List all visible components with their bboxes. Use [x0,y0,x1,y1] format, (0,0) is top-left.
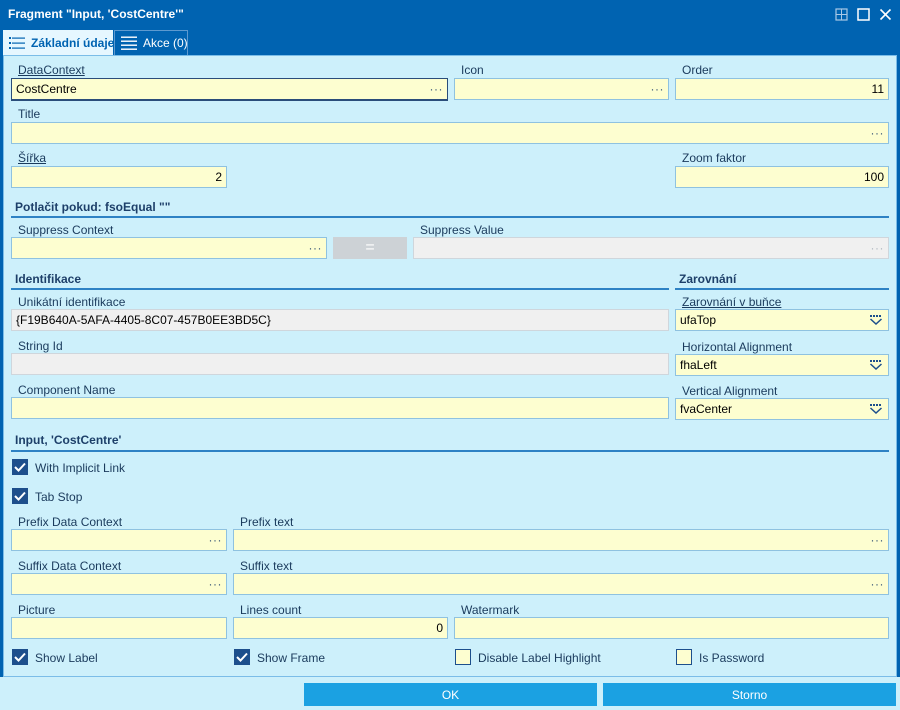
zoom-input[interactable]: 100 [675,166,889,188]
implicit-link-checkbox[interactable] [12,459,28,475]
zoom-label: Zoom faktor [682,151,747,165]
component-name-input[interactable] [11,397,669,419]
show-label-label: Show Label [35,651,98,665]
watermark-label: Watermark [461,603,520,617]
string-id-input[interactable] [11,353,669,375]
suffix-text-label: Suffix text [240,559,293,573]
list-icon [121,36,137,50]
suffix-data-context-label: Suffix Data Context [18,559,122,573]
lines-count-input[interactable]: 0 [233,617,448,639]
disable-label-highlight-checkbox[interactable] [455,649,471,665]
icon-label: Icon [461,63,484,77]
suppress-section-title: Potlačit pokud: fsoEqual "" [15,200,171,214]
tab-label: Akce (0) [143,36,188,50]
ellipsis-icon[interactable]: ··· [870,577,884,591]
unique-id-label: Unikátní identifikace [18,295,126,309]
component-name-label: Component Name [18,383,116,397]
suppress-value-input[interactable]: ··· [413,237,889,259]
vertical-alignment-label: Vertical Alignment [682,384,778,398]
list-icon [9,36,25,49]
width-label: Šířka [18,151,47,165]
unique-id-input[interactable]: {F19B640A-5AFA-4405-8C07-457B0EE3BD5C} [11,309,669,331]
vertical-alignment-select[interactable]: fvaCenter [675,398,889,420]
is-password-label: Is Password [699,651,765,665]
suffix-text-input[interactable]: ··· [233,573,889,595]
string-id-label: String Id [18,339,63,353]
ok-button[interactable]: OK [304,683,597,706]
identification-section-title: Identifikace [15,272,82,286]
chevron-down-icon[interactable] [868,358,884,372]
title-label: Title [18,107,41,121]
tab-stop-label: Tab Stop [35,490,83,504]
cancel-button[interactable]: Storno [603,683,896,706]
horizontal-alignment-label: Horizontal Alignment [682,340,793,354]
picture-label: Picture [18,603,56,617]
section-divider [11,288,669,290]
ellipsis-icon[interactable]: ··· [870,533,884,547]
checkmark-icon [14,462,26,472]
close-icon[interactable] [876,5,894,23]
suppress-context-input[interactable]: ··· [11,237,327,259]
tab-basic-info[interactable]: Základní údaje [3,30,115,55]
order-label: Order [682,63,713,77]
section-divider [675,288,889,290]
prefix-data-context-label: Prefix Data Context [18,515,123,529]
order-input[interactable]: 11 [675,78,889,100]
datacontext-label: DataContext [18,63,85,77]
suffix-data-context-input[interactable]: ··· [11,573,227,595]
ellipsis-icon[interactable]: ··· [650,82,664,96]
show-frame-label: Show Frame [257,651,326,665]
title-bar: Fragment "Input, 'CostCentre'" [0,0,900,28]
ellipsis-icon[interactable]: ··· [208,577,222,591]
maximize-icon[interactable] [854,5,872,23]
tab-stop-checkbox[interactable] [12,488,28,504]
disable-label-highlight-label: Disable Label Highlight [478,651,601,665]
ellipsis-icon[interactable]: ··· [308,241,322,255]
ellipsis-icon[interactable]: ··· [208,533,222,547]
ellipsis-icon[interactable]: ··· [429,82,443,96]
show-label-checkbox[interactable] [12,649,28,665]
picture-input[interactable] [11,617,227,639]
cell-alignment-select[interactable]: ufaTop [675,309,889,331]
datacontext-input[interactable]: CostCentre ··· [11,78,448,101]
is-password-checkbox[interactable] [676,649,692,665]
checkmark-icon [14,652,26,662]
section-divider [11,450,889,452]
cell-alignment-label: Zarovnání v buňce [682,295,782,309]
watermark-input[interactable] [454,617,889,639]
tab-label: Základní údaje [31,35,115,50]
suppress-value-label: Suppress Value [420,223,504,237]
ellipsis-icon: ··· [870,241,884,255]
section-divider [11,216,889,218]
tab-strip: Základní údaje Akce (0) [0,28,900,55]
show-frame-checkbox[interactable] [234,649,250,665]
tab-actions[interactable]: Akce (0) [114,30,188,55]
window-title: Fragment "Input, 'CostCentre'" [8,7,184,21]
icon-input[interactable]: ··· [454,78,669,100]
ellipsis-icon[interactable]: ··· [870,126,884,140]
implicit-link-label: With Implicit Link [35,461,126,475]
lines-count-label: Lines count [240,603,302,617]
prefix-text-label: Prefix text [240,515,294,529]
horizontal-alignment-select[interactable]: fhaLeft [675,354,889,376]
input-section-title: Input, 'CostCentre' [15,433,122,447]
operator-button[interactable]: = [333,237,407,259]
width-input[interactable]: 2 [11,166,227,188]
chevron-down-icon[interactable] [868,402,884,416]
restore-icon[interactable] [832,5,850,23]
prefix-data-context-input[interactable]: ··· [11,529,227,551]
checkmark-icon [14,491,26,501]
chevron-down-icon[interactable] [868,313,884,327]
checkmark-icon [236,652,248,662]
title-input[interactable]: ··· [11,122,889,144]
suppress-context-label: Suppress Context [18,223,114,237]
prefix-text-input[interactable]: ··· [233,529,889,551]
alignment-section-title: Zarovnání [679,272,737,286]
